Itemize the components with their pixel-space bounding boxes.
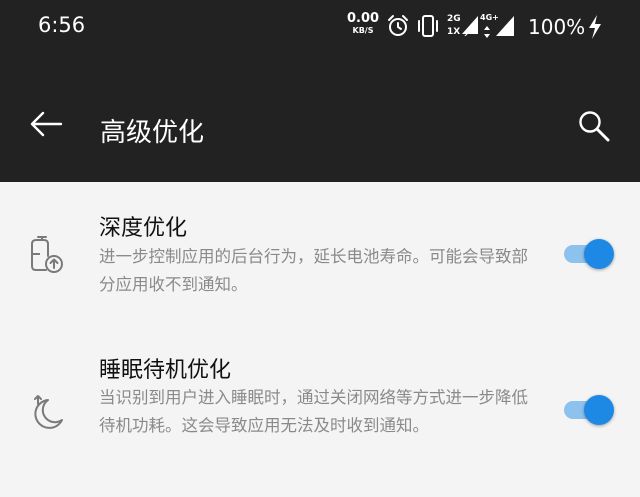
- setting-description: 进一步控制应用的后台行为，延长电池寿命。可能会导致部分应用收不到通知。: [99, 247, 528, 294]
- status-bar: 6:56 0.00 KB/S 2G 1X 4G+ 100%: [0, 0, 640, 56]
- search-icon: [576, 108, 612, 148]
- back-button[interactable]: [26, 106, 66, 146]
- battery-up-icon: [26, 232, 68, 278]
- page-title: 高级优化: [100, 118, 205, 148]
- battery-percentage: 100%: [528, 15, 586, 39]
- search-button[interactable]: [572, 106, 616, 150]
- setting-description: 当识别到用户进入睡眠时，通过关闭网络等方式进一步降低待机功耗。这会导致应用无法及…: [99, 388, 528, 435]
- signal-strength-icon: [460, 14, 480, 40]
- vibrate-icon: [416, 13, 440, 43]
- alarm-icon: [386, 14, 410, 42]
- network-speed: 0.00 KB/S: [347, 12, 379, 35]
- sleep-standby-optimization-toggle[interactable]: [560, 392, 616, 428]
- deep-optimization-toggle[interactable]: [560, 236, 616, 272]
- toggle-thumb: [584, 395, 614, 425]
- network-speed-unit: KB/S: [352, 26, 374, 35]
- setting-title: 睡眠待机优化: [99, 358, 232, 383]
- app-bar: 高级优化: [0, 56, 640, 182]
- status-time: 6:56: [38, 13, 86, 37]
- setting-deep-optimization[interactable]: 深度优化 进一步控制应用的后台行为，延长电池寿命。可能会导致部分应用收不到通知。: [0, 182, 640, 322]
- setting-sleep-standby-optimization[interactable]: 睡眠待机优化 当识别到用户进入睡眠时，通过关闭网络等方式进一步降低待机功耗。这会…: [0, 322, 640, 497]
- back-arrow-icon: [29, 111, 63, 141]
- moon-sleep-icon: [26, 392, 68, 438]
- sim1-network-type-secondary: 1X: [447, 27, 461, 37]
- data-arrows-icon: [483, 24, 491, 43]
- setting-title: 深度优化: [99, 216, 188, 241]
- network-speed-value: 0.00: [347, 11, 380, 26]
- toggle-thumb: [584, 239, 614, 269]
- signal-strength-icon: [494, 14, 516, 42]
- sim1-network-type: 2G: [447, 14, 461, 24]
- charging-bolt-icon: [586, 14, 604, 44]
